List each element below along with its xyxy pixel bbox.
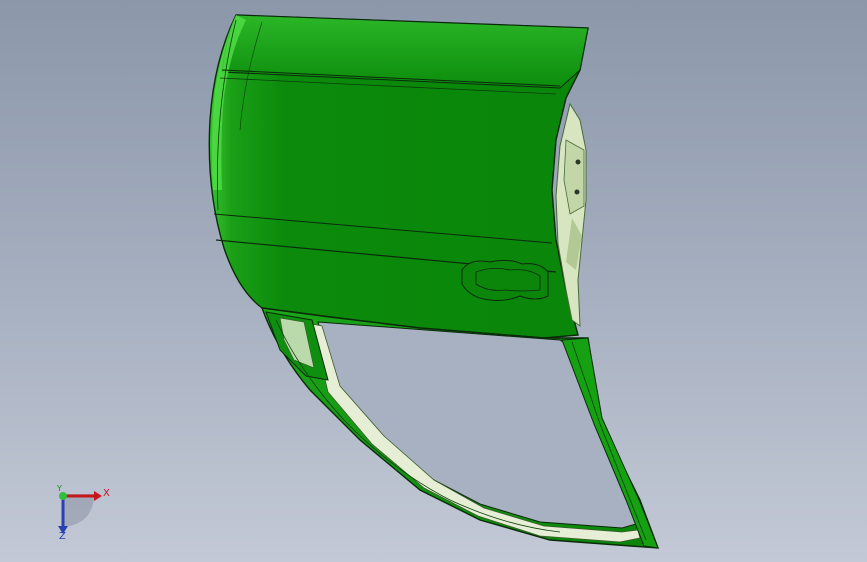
hinge-hole-2 — [574, 189, 580, 195]
triad-x-label: X — [103, 488, 110, 499]
hinge-hole-1 — [575, 159, 581, 165]
triad-shadow — [62, 494, 94, 526]
triad-x-arrow — [94, 491, 102, 501]
triad-z-label: Z — [59, 531, 66, 542]
door-handle-recess[interactable] — [461, 259, 549, 301]
door-model[interactable] — [0, 0, 867, 562]
graphics-viewport[interactable]: X Y Z — [0, 0, 867, 562]
triad-y-label: Y — [57, 484, 62, 493]
